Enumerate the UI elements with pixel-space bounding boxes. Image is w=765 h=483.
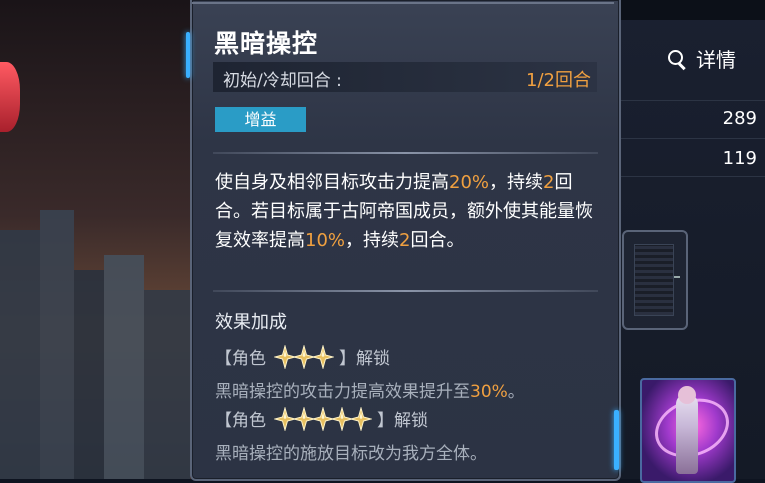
desc-highlight: 10%: [305, 230, 346, 251]
character-card[interactable]: [640, 378, 736, 483]
stat-value-2: 119: [722, 148, 757, 169]
red-object: [0, 62, 20, 132]
detail-button[interactable]: 详情: [666, 44, 736, 73]
building: [144, 290, 190, 479]
skill-title: 黑暗操控: [214, 29, 319, 58]
bonus-desc-highlight: 30%: [470, 382, 508, 402]
desc-text: 回合。: [410, 230, 465, 251]
tooltip-glow-edge: [614, 410, 619, 470]
bonus-desc-text: 黑暗操控的攻击力提高效果提升至: [215, 382, 470, 402]
bonus-description: 黑暗操控的施放目标改为我方全体。: [215, 439, 487, 464]
cooldown-label: 初始/冷却回合 :: [223, 71, 342, 91]
stat-value-1: 289: [722, 108, 757, 129]
skill-type-badge: 增益: [215, 107, 306, 132]
bonus-section-title: 效果加成: [215, 312, 287, 333]
desc-highlight: 20%: [449, 172, 490, 193]
bonus-unlock-row: 【角色 】解锁: [215, 405, 428, 432]
building: [104, 255, 144, 479]
character-head: [678, 386, 696, 404]
panel-top-bar: [620, 0, 765, 20]
bonus-suffix: 】解锁: [339, 349, 390, 369]
desc-text: 使自身及相邻目标攻击力提高: [215, 172, 449, 193]
divider: [620, 138, 765, 139]
divider: [620, 176, 765, 177]
star-rating: [273, 343, 335, 370]
star-icon: [349, 405, 373, 432]
search-icon: [666, 48, 688, 70]
cooldown-value: 1/2回合: [526, 70, 591, 91]
desc-text: ，持续: [489, 172, 544, 193]
equipment-slot[interactable]: [622, 230, 688, 330]
desc-text: ，持续: [345, 230, 400, 251]
cooldown-bar: 初始/冷却回合 : 1/2回合: [213, 62, 597, 92]
bonus-unlock-row: 【角色 】解锁: [215, 343, 390, 370]
divider: [213, 290, 598, 292]
building: [74, 270, 104, 479]
detail-label: 详情: [696, 48, 736, 72]
character-figure: [676, 394, 698, 474]
desc-highlight: 2: [399, 230, 411, 251]
tooltip-glow-edge: [186, 32, 190, 78]
divider: [620, 100, 765, 101]
star-icon: [311, 343, 335, 370]
star-rating: [273, 405, 373, 432]
bonus-description: 黑暗操控的攻击力提高效果提升至30%。: [215, 377, 525, 402]
skill-description: 使自身及相邻目标攻击力提高20%，持续2回合。若目标属于古阿帝国成员，额外使其能…: [215, 168, 595, 255]
bonus-suffix: 】解锁: [377, 411, 428, 431]
bonus-prefix: 【角色: [215, 349, 266, 369]
desc-highlight: 2: [543, 172, 555, 193]
equipment-grille: [634, 244, 674, 316]
tooltip-top-border: [192, 2, 614, 10]
bonus-desc-text: 。: [507, 382, 525, 402]
bonus-prefix: 【角色: [215, 411, 266, 431]
equipment-indicator: [674, 276, 680, 278]
bonus-desc-text: 黑暗操控的施放目标改为我方全体。: [215, 444, 487, 464]
building: [0, 230, 40, 479]
building: [40, 210, 74, 479]
divider: [213, 152, 598, 154]
